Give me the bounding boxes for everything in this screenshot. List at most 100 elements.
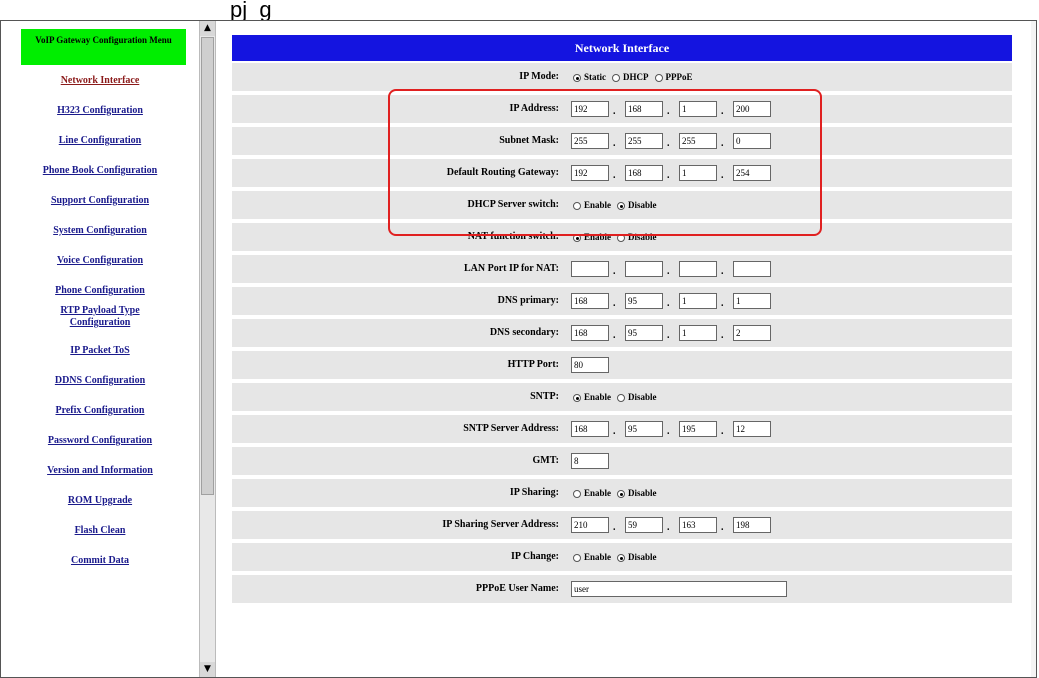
dhcp-server-radio-group: Enable Disable <box>573 191 663 219</box>
row-pppoe-user: PPPoE User Name: user <box>232 575 1012 605</box>
ip-sharing-server-octet-4[interactable]: 198 <box>733 517 771 533</box>
row-ip-mode: IP Mode: Static DHCP PPPoE <box>232 63 1012 93</box>
sntp-server-octet-1[interactable]: 168 <box>571 421 609 437</box>
pppoe-user-control: user <box>569 575 1009 603</box>
sntp-server-octet-2[interactable]: 95 <box>625 421 663 437</box>
subnet-mask-label: Subnet Mask: <box>499 135 559 146</box>
lan-port-ip-octet-4[interactable] <box>733 261 771 277</box>
scrollbar-thumb[interactable] <box>201 37 214 495</box>
http-port-input[interactable]: 80 <box>571 357 609 373</box>
subnet-mask-octet-2[interactable]: 255 <box>625 133 663 149</box>
row-sntp-server: SNTP Server Address: 168. 95. 195. 12 <box>232 415 1012 445</box>
octet-separator: . <box>667 522 670 533</box>
gmt-input[interactable]: 8 <box>571 453 609 469</box>
ip-address-octet-4[interactable]: 200 <box>733 101 771 117</box>
default-gateway-octet-3[interactable]: 1 <box>679 165 717 181</box>
dns-primary-octet-2[interactable]: 95 <box>625 293 663 309</box>
ip-sharing-radio-enable[interactable] <box>573 489 581 498</box>
ip-mode-radio-static[interactable] <box>573 73 581 82</box>
ip-change-radio-enable[interactable] <box>573 553 581 562</box>
menu-scrollbar[interactable]: ▲ ▼ <box>199 21 216 677</box>
dns-primary-octet-4[interactable]: 1 <box>733 293 771 309</box>
menu-item-password-configuration[interactable]: Password Configuration <box>1 435 199 447</box>
dns-secondary-octet-4[interactable]: 2 <box>733 325 771 341</box>
ip-sharing-option-label: Disable <box>628 488 657 498</box>
ip-sharing-server-octet-2[interactable]: 59 <box>625 517 663 533</box>
menu-item-network-interface[interactable]: Network Interface <box>1 75 199 87</box>
ip-change-option-label: Disable <box>628 552 657 562</box>
octet-separator: . <box>613 266 616 277</box>
sntp-server-octet-4[interactable]: 12 <box>733 421 771 437</box>
dns-primary-octet-1[interactable]: 168 <box>571 293 609 309</box>
ip-change-option-label: Enable <box>584 552 612 562</box>
dhcp-server-radio-enable[interactable] <box>573 201 581 210</box>
menu-item-version-and-information[interactable]: Version and Information <box>1 465 199 477</box>
dns-secondary-octet-2[interactable]: 95 <box>625 325 663 341</box>
menu-item-rom-upgrade[interactable]: ROM Upgrade <box>1 495 199 507</box>
menu-item-phone-configuration[interactable]: Phone Configuration <box>1 285 199 297</box>
ip-mode-radio-dhcp[interactable] <box>612 73 620 82</box>
ip-sharing-server-octet-3[interactable]: 163 <box>679 517 717 533</box>
ip-mode-option-label: Static <box>584 72 606 82</box>
menu-item-support-configuration[interactable]: Support Configuration <box>1 195 199 207</box>
nat-function-option-label: Disable <box>628 232 657 242</box>
nat-function-radio-disable[interactable] <box>617 233 626 242</box>
page-title: Network Interface <box>232 35 1012 61</box>
ip-sharing-radio-disable[interactable] <box>617 489 626 498</box>
subnet-mask-octet-4[interactable]: 0 <box>733 133 771 149</box>
row-default-gateway: Default Routing Gateway: 192. 168. 1. 254 <box>232 159 1012 189</box>
octet-separator: . <box>613 106 616 117</box>
dhcp-server-control: Enable Disable <box>569 191 1009 219</box>
menu-item-h323-configuration[interactable]: H323 Configuration <box>1 105 199 117</box>
dhcp-server-option-label: Disable <box>628 200 657 210</box>
ip-address-octet-3[interactable]: 1 <box>679 101 717 117</box>
dns-secondary-octet-3[interactable]: 1 <box>679 325 717 341</box>
scroll-up-arrow-icon[interactable]: ▲ <box>200 21 215 36</box>
lan-port-ip-octet-2[interactable] <box>625 261 663 277</box>
sntp-radio-disable[interactable] <box>617 393 626 402</box>
menu-item-line-configuration[interactable]: Line Configuration <box>1 135 199 147</box>
row-lan-port-ip: LAN Port IP for NAT:... <box>232 255 1012 285</box>
ip-mode-option-label: DHCP <box>623 72 649 82</box>
ip-change-label: IP Change: <box>510 551 559 562</box>
ip-address-octet-2[interactable]: 168 <box>625 101 663 117</box>
ip-mode-label: IP Mode: <box>519 71 559 82</box>
lan-port-ip-octet-1[interactable] <box>571 261 609 277</box>
menu-item-ip-packet-tos[interactable]: IP Packet ToS <box>1 345 199 357</box>
scroll-down-arrow-icon[interactable]: ▼ <box>200 662 215 677</box>
dns-secondary-octet-1[interactable]: 168 <box>571 325 609 341</box>
ip-address-control: 192. 168. 1. 200 <box>569 95 1009 123</box>
menu-item-prefix-configuration[interactable]: Prefix Configuration <box>1 405 199 417</box>
ip-sharing-server-octet-1[interactable]: 210 <box>571 517 609 533</box>
sntp-server-octet-3[interactable]: 195 <box>679 421 717 437</box>
pppoe-user-input[interactable]: user <box>571 581 787 597</box>
menu-item-flash-clean[interactable]: Flash Clean <box>1 525 199 537</box>
subnet-mask-octet-1[interactable]: 255 <box>571 133 609 149</box>
ip-mode-radio-pppoe[interactable] <box>654 73 663 82</box>
subnet-mask-octet-3[interactable]: 255 <box>679 133 717 149</box>
menu-item-rtp-payload-type-configuration[interactable]: RTP Payload Type Configuration <box>1 305 199 329</box>
default-gateway-octet-4[interactable]: 254 <box>733 165 771 181</box>
nat-function-radio-enable[interactable] <box>573 233 581 242</box>
menu-item-phone-book-configuration[interactable]: Phone Book Configuration <box>1 165 199 177</box>
lan-port-ip-control: ... <box>569 255 1009 283</box>
row-nat-function: NAT function switch: Enable Disable <box>232 223 1012 253</box>
octet-separator: . <box>613 426 616 437</box>
menu-item-ddns-configuration[interactable]: DDNS Configuration <box>1 375 199 387</box>
octet-separator: . <box>667 106 670 117</box>
octet-separator: . <box>721 106 724 117</box>
document-caption: pj g <box>230 0 272 20</box>
default-gateway-octet-1[interactable]: 192 <box>571 165 609 181</box>
dhcp-server-radio-disable[interactable] <box>617 201 626 210</box>
lan-port-ip-octet-3[interactable] <box>679 261 717 277</box>
dns-primary-octet-3[interactable]: 1 <box>679 293 717 309</box>
octet-separator: . <box>667 330 670 341</box>
default-gateway-octet-2[interactable]: 168 <box>625 165 663 181</box>
ip-change-radio-disable[interactable] <box>617 553 626 562</box>
menu-item-system-configuration[interactable]: System Configuration <box>1 225 199 237</box>
ip-address-octet-1[interactable]: 192 <box>571 101 609 117</box>
dns-secondary-label: DNS secondary: <box>489 327 559 338</box>
menu-item-voice-configuration[interactable]: Voice Configuration <box>1 255 199 267</box>
sntp-radio-enable[interactable] <box>573 393 581 402</box>
menu-item-commit-data[interactable]: Commit Data <box>1 555 199 567</box>
